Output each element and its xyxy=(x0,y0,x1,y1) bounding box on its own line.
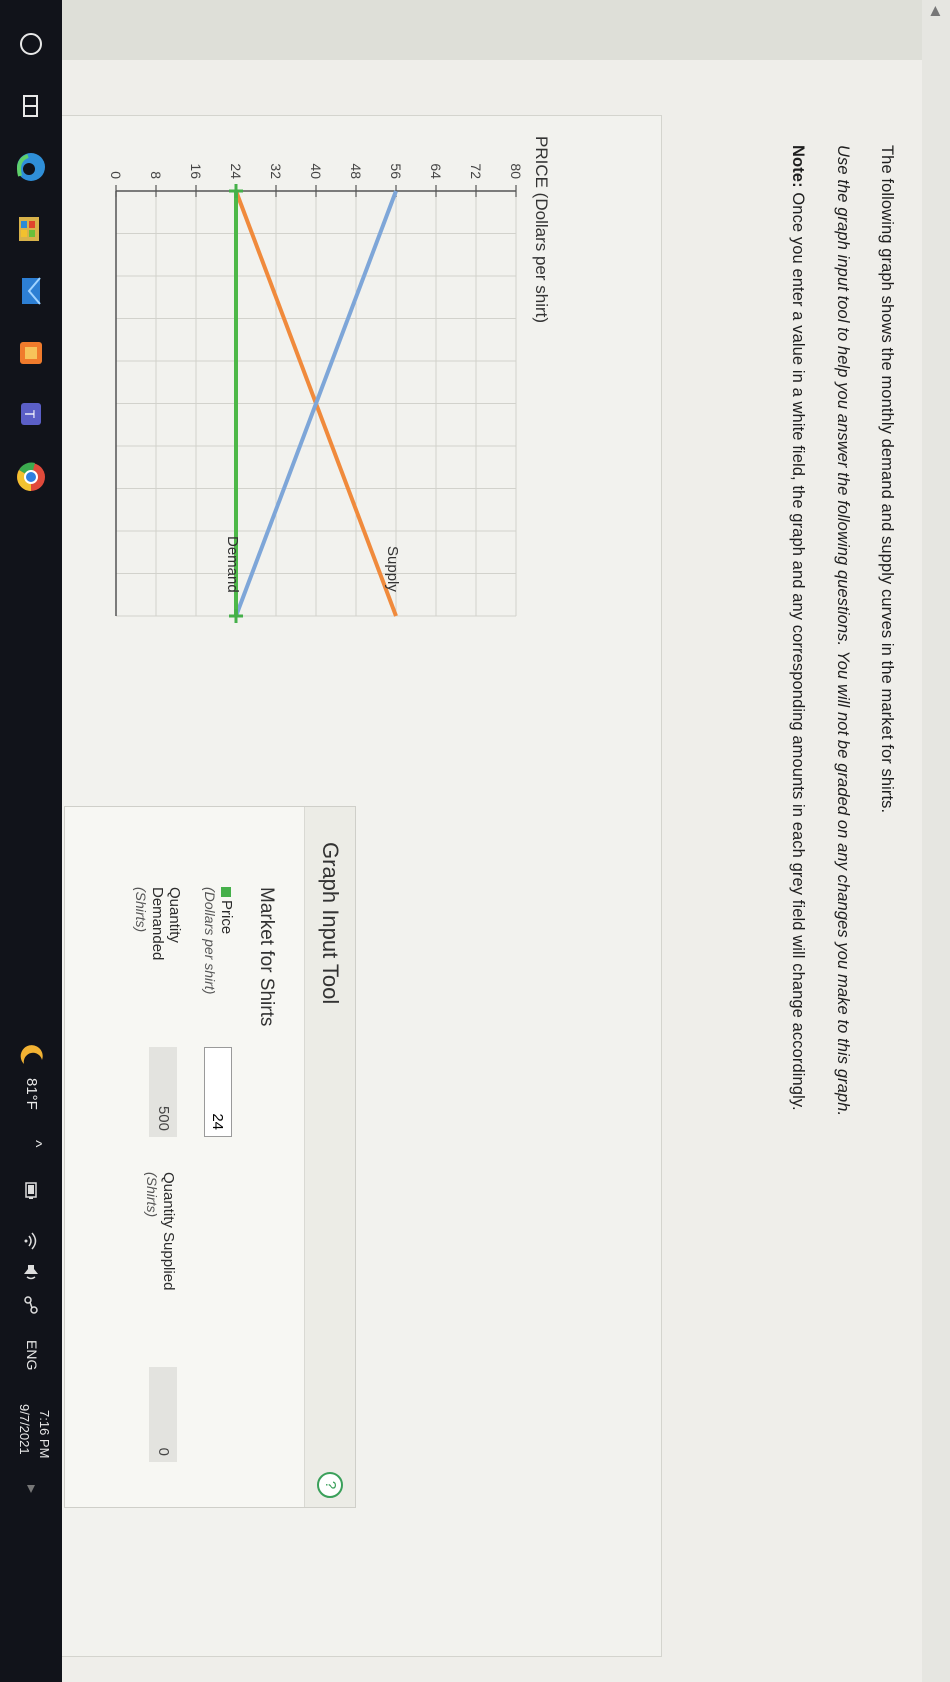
y-tick-label: 16 xyxy=(188,163,204,179)
help-icon[interactable]: ? xyxy=(317,1472,343,1498)
y-axis-title: PRICE (Dollars per shirt) xyxy=(532,136,551,323)
line-endpoint-handle[interactable] xyxy=(229,609,243,623)
line-endpoint-handle[interactable] xyxy=(229,184,243,198)
question-intro: The following graph shows the monthly de… xyxy=(878,145,896,814)
question-note: Note: Once you enter a value in a white … xyxy=(788,145,807,1111)
quantity-demanded-field: 500 xyxy=(149,1047,177,1137)
y-tick-label: 48 xyxy=(348,163,364,179)
graph-input-tool: Graph Input Tool ? Market for Shirts Pri… xyxy=(64,806,356,1508)
y-tick-label: 56 xyxy=(388,163,404,179)
tray-chevron-up-icon[interactable]: ^ xyxy=(26,1140,44,1148)
network-icon[interactable] xyxy=(20,1294,42,1316)
office-app-icon[interactable] xyxy=(14,336,48,370)
y-tick-label: 80 xyxy=(508,163,524,179)
clock-time[interactable]: 7:16 PM xyxy=(37,1410,52,1458)
demand-curve-label: Demand xyxy=(224,536,241,593)
quantity-demanded-label: Quantity Demanded (Shirts) xyxy=(133,887,183,961)
y-axis-ticks: 0 8 16 24 32 40 48 56 64 72 80 xyxy=(108,163,524,197)
y-tick-label: 72 xyxy=(468,163,484,179)
weather-temperature[interactable]: 81°F xyxy=(23,1078,40,1110)
price-input[interactable]: 24 xyxy=(204,1047,232,1137)
y-tick-label: 40 xyxy=(308,163,324,179)
question-page: The following graph shows the monthly de… xyxy=(60,60,922,1682)
quantity-demanded-unit: (Shirts) xyxy=(133,887,149,933)
language-indicator[interactable]: ENG xyxy=(24,1340,40,1370)
edge-browser-icon[interactable] xyxy=(14,150,48,184)
note-label: Note: xyxy=(789,145,807,188)
tray-arrow-icon xyxy=(27,1485,35,1493)
graph-panel: 0 8 16 24 32 40 48 56 64 72 80 PRICE (Dollars per … xyxy=(60,115,662,1657)
market-title: Market for Shirts xyxy=(256,887,277,1027)
browser-scroll-bar[interactable]: ◀ xyxy=(922,0,950,1682)
volume-icon[interactable] xyxy=(20,1262,42,1284)
battery-icon[interactable] xyxy=(20,1180,42,1202)
price-unit: (Dollars per shirt) xyxy=(202,887,218,995)
y-tick-label: 64 xyxy=(428,163,444,179)
svg-text:T: T xyxy=(22,410,38,419)
price-label: Price (Dollars per shirt) xyxy=(202,887,235,995)
mail-icon[interactable] xyxy=(14,274,48,308)
teams-icon[interactable]: T xyxy=(14,398,48,432)
chrome-browser-icon[interactable] xyxy=(14,460,48,494)
search-circle-icon[interactable] xyxy=(17,30,45,58)
clock-date[interactable]: 9/7/2021 xyxy=(17,1404,32,1455)
tool-title-bar: Graph Input Tool ? xyxy=(304,807,355,1507)
task-view-icon[interactable] xyxy=(17,92,45,120)
price-swatch-icon xyxy=(220,887,231,897)
store-icon[interactable] xyxy=(14,212,48,246)
weather-moon-icon[interactable] xyxy=(18,1040,46,1068)
quantity-supplied-unit: (Shirts) xyxy=(144,1172,160,1218)
wifi-icon[interactable] xyxy=(20,1230,42,1252)
demand-supply-chart[interactable]: 0 8 16 24 32 40 48 56 64 72 80 PRICE (Dollars per … xyxy=(61,116,661,756)
tool-title: Graph Input Tool xyxy=(318,842,343,1005)
y-tick-label: 32 xyxy=(268,163,284,179)
y-tick-label: 0 xyxy=(108,171,124,179)
note-text: Once you enter a value in a white field,… xyxy=(789,187,807,1111)
quantity-supplied-label: Quantity Supplied (Shirts) xyxy=(144,1172,177,1291)
y-tick-label: 24 xyxy=(228,163,244,179)
question-instructions: Use the graph input tool to help you ans… xyxy=(834,145,852,1117)
windows-taskbar: T 81°F ^ ENG 7:16 PM 9/7/2021 xyxy=(0,0,62,1682)
supply-curve-label: Supply xyxy=(384,546,401,592)
scroll-left-arrow-icon[interactable]: ◀ xyxy=(928,6,944,16)
quantity-supplied-field: 0 xyxy=(149,1367,177,1462)
y-tick-label: 8 xyxy=(148,171,164,179)
rotated-screen: ◀ The following graph shows the monthly … xyxy=(0,0,950,1682)
